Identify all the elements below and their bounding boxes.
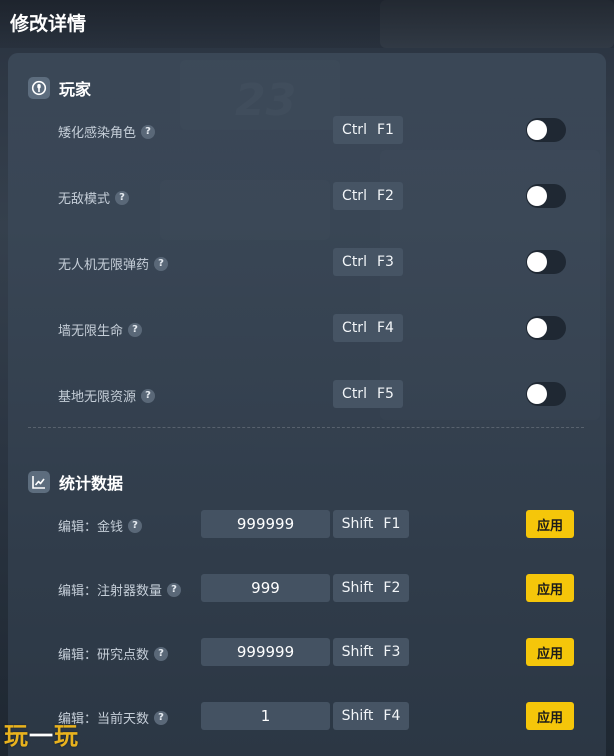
- cheat-row: 无敌模式 ? Ctrl F2: [0, 181, 614, 211]
- help-icon[interactable]: ?: [128, 322, 143, 337]
- watermark-char: 玩: [54, 722, 79, 750]
- hotkey-key: F3: [383, 644, 401, 660]
- stat-value-input[interactable]: [201, 702, 330, 730]
- watermark-char: 一: [29, 722, 54, 750]
- hotkey-badge[interactable]: Ctrl F4: [333, 314, 403, 342]
- cheat-toggle[interactable]: [526, 184, 566, 208]
- hotkey-badge[interactable]: Shift F3: [333, 638, 409, 666]
- top-bar: 修改详情: [0, 0, 614, 48]
- hotkey-modifier: Ctrl: [342, 188, 367, 204]
- stat-row: 编辑：当前天数 ? Shift F4 应用: [0, 701, 614, 731]
- hotkey-key: F1: [383, 516, 401, 532]
- cheat-label: 无敌模式: [58, 192, 111, 207]
- toggle-knob: [527, 252, 547, 272]
- cheat-row: 无人机无限弹药 ? Ctrl F3: [0, 247, 614, 277]
- page-title: 修改详情: [10, 13, 87, 35]
- cheat-label: 墙无限生命: [58, 324, 124, 339]
- player-icon: [28, 77, 50, 99]
- stat-label: 编辑：研究点数: [58, 648, 150, 663]
- hotkey-badge[interactable]: Ctrl F5: [333, 380, 403, 408]
- section-header-stats: 统计数据: [28, 470, 123, 494]
- apply-button[interactable]: 应用: [526, 702, 574, 730]
- hotkey-modifier: Shift: [341, 644, 374, 660]
- hotkey-modifier: Shift: [341, 516, 374, 532]
- toggle-knob: [527, 384, 547, 404]
- stat-value-input[interactable]: [201, 574, 330, 602]
- help-icon[interactable]: ?: [154, 710, 169, 725]
- hotkey-key: F2: [376, 188, 394, 204]
- help-icon[interactable]: ?: [154, 256, 169, 271]
- hotkey-badge[interactable]: Ctrl F3: [333, 248, 403, 276]
- help-icon[interactable]: ?: [115, 190, 130, 205]
- cheat-toggle[interactable]: [526, 118, 566, 142]
- hotkey-key: F1: [376, 122, 394, 138]
- help-icon[interactable]: ?: [141, 124, 156, 139]
- hotkey-modifier: Ctrl: [342, 320, 367, 336]
- hotkey-modifier: Shift: [341, 580, 374, 596]
- cheat-row: 墙无限生命 ? Ctrl F4: [0, 313, 614, 343]
- stat-row: 编辑：金钱 ? Shift F1 应用: [0, 509, 614, 539]
- site-watermark-logo: 玩一玩: [4, 716, 79, 751]
- stat-label: 编辑：金钱: [58, 520, 124, 535]
- cheat-toggle[interactable]: [526, 250, 566, 274]
- stat-value-input[interactable]: [201, 510, 330, 538]
- hotkey-badge[interactable]: Ctrl F2: [333, 182, 403, 210]
- stat-label: 编辑：注射器数量: [58, 584, 163, 599]
- apply-button[interactable]: 应用: [526, 574, 574, 602]
- stat-row: 编辑：注射器数量 ? Shift F2 应用: [0, 573, 614, 603]
- hotkey-key: F2: [383, 580, 401, 596]
- hotkey-modifier: Ctrl: [342, 122, 367, 138]
- hotkey-modifier: Shift: [341, 708, 374, 724]
- cheat-row: 矮化感染角色 ? Ctrl F1: [0, 115, 614, 145]
- section-title-player: 玩家: [59, 80, 92, 99]
- stat-row: 编辑：研究点数 ? Shift F3 应用: [0, 637, 614, 667]
- stat-value-input[interactable]: [201, 638, 330, 666]
- apply-button[interactable]: 应用: [526, 510, 574, 538]
- help-icon[interactable]: ?: [141, 388, 156, 403]
- hotkey-key: F4: [376, 320, 394, 336]
- chart-icon: [28, 471, 50, 493]
- hotkey-key: F5: [376, 386, 394, 402]
- apply-button[interactable]: 应用: [526, 638, 574, 666]
- help-icon[interactable]: ?: [128, 518, 143, 533]
- hotkey-modifier: Ctrl: [342, 254, 367, 270]
- section-title-stats: 统计数据: [59, 474, 124, 493]
- cheat-toggle[interactable]: [526, 382, 566, 406]
- help-icon[interactable]: ?: [167, 582, 182, 597]
- section-header-player: 玩家: [28, 76, 91, 100]
- cheat-toggle[interactable]: [526, 316, 566, 340]
- hotkey-badge[interactable]: Shift F1: [333, 510, 409, 538]
- cheat-label: 无人机无限弹药: [58, 258, 150, 273]
- cheat-label: 基地无限资源: [58, 390, 137, 405]
- toggle-knob: [527, 318, 547, 338]
- hotkey-key: F4: [383, 708, 401, 724]
- toggle-knob: [527, 186, 547, 206]
- hotkey-badge[interactable]: Shift F2: [333, 574, 409, 602]
- section-divider: [28, 427, 584, 428]
- hotkey-badge[interactable]: Shift F4: [333, 702, 409, 730]
- hotkey-modifier: Ctrl: [342, 386, 367, 402]
- cheat-row: 基地无限资源 ? Ctrl F5: [0, 379, 614, 409]
- cheat-label: 矮化感染角色: [58, 126, 137, 141]
- hotkey-key: F3: [376, 254, 394, 270]
- watermark-char: 玩: [4, 722, 29, 750]
- help-icon[interactable]: ?: [154, 646, 169, 661]
- hotkey-badge[interactable]: Ctrl F1: [333, 116, 403, 144]
- toggle-knob: [527, 120, 547, 140]
